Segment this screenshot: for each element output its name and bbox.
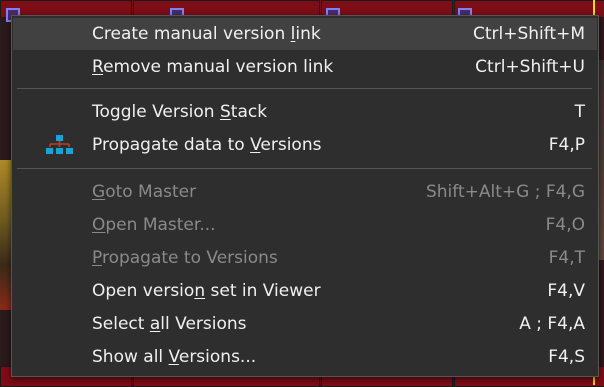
menu-item-create-manual-version-link[interactable]: Create manual version link Ctrl+Shift+M <box>13 18 597 50</box>
menu-item-label: Create manual version link <box>92 24 321 44</box>
menu-item-shortcut: F4,P <box>548 135 585 155</box>
menu-item-shortcut: F4,S <box>548 347 585 367</box>
menu-item-shortcut: Ctrl+Shift+U <box>475 57 585 77</box>
menu-item-label: Goto Master <box>92 182 197 202</box>
menu-item-label: Toggle Version Stack <box>92 102 268 122</box>
menu-item-shortcut: F4,O <box>545 215 585 235</box>
menu-item-goto-master: Goto Master Shift+Alt+G ; F4,G <box>13 176 597 208</box>
menu-item-label: Select all Versions <box>92 314 247 334</box>
menu-item-label: Propagate data to Versions <box>92 135 322 155</box>
menu-item-open-version-set-in-viewer[interactable]: Open version set in Viewer F4,V <box>13 275 597 307</box>
hierarchy-icon <box>46 134 74 156</box>
menu-item-shortcut: T <box>574 102 585 122</box>
menu-item-toggle-version-stack[interactable]: Toggle Version Stack T <box>13 96 597 128</box>
menu-item-propagate-data-to-versions[interactable]: Propagate data to Versions F4,P <box>13 129 597 161</box>
menu-item-label: Remove manual version link <box>92 57 334 77</box>
menu-item-label: Open version set in Viewer <box>92 281 321 301</box>
menu-item-propagate-to-versions: Propagate to Versions F4,T <box>13 242 597 274</box>
menu-item-shortcut: Ctrl+Shift+M <box>472 24 585 44</box>
menu-item-shortcut: F4,T <box>548 248 585 268</box>
menu-item-shortcut: Shift+Alt+G ; F4,G <box>425 182 585 202</box>
menu-separator <box>17 88 592 89</box>
menu-item-label: Propagate to Versions <box>92 248 278 268</box>
menu-item-shortcut: F4,V <box>547 281 585 301</box>
menu-item-label: Open Master... <box>92 215 216 235</box>
menu-item-show-all-versions[interactable]: Show all Versions... F4,S <box>13 341 597 373</box>
menu-item-select-all-versions[interactable]: Select all Versions A ; F4,A <box>13 308 597 340</box>
menu-item-shortcut: A ; F4,A <box>519 314 585 334</box>
menu-item-open-master: Open Master... F4,O <box>13 209 597 241</box>
menu-item-remove-manual-version-link[interactable]: Remove manual version link Ctrl+Shift+U <box>13 51 597 83</box>
context-menu: Create manual version link Ctrl+Shift+M … <box>11 15 599 377</box>
menu-item-label: Show all Versions... <box>92 347 257 367</box>
menu-separator <box>17 168 592 169</box>
